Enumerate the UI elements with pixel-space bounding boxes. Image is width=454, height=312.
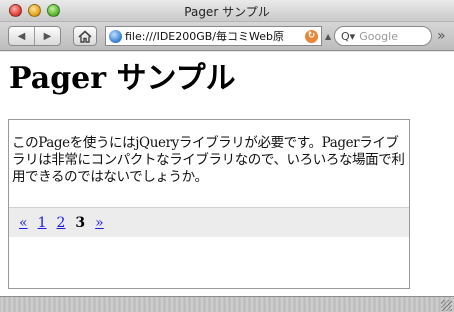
pager-page-link[interactable]: 1 [38,215,47,231]
browser-toolbar: ◀ ▶ file:///IDE200GB/毎コミWeb原 ↻ ▲ Q▾ » [0,22,454,51]
url-history-caret-icon[interactable]: ▲ [325,32,331,41]
reload-icon[interactable]: ↻ [305,29,318,43]
resize-grip-icon[interactable] [441,300,452,311]
status-bar [0,296,454,312]
page-title: Pager サンプル [9,61,236,96]
pager-next-link[interactable]: » [95,215,104,231]
back-arrow-icon: ◀ [17,30,26,42]
pager-current-page: 3 [75,214,86,231]
pager-prev-link[interactable]: « [19,215,28,231]
search-box[interactable]: Q▾ [334,26,432,46]
forward-arrow-icon: ▶ [43,30,52,42]
pager-page-link[interactable]: 2 [57,215,66,231]
title-bar: Pager サンプル [0,0,454,22]
back-forward-control: ◀ ▶ [8,26,61,46]
home-button[interactable] [73,26,97,46]
forward-button[interactable]: ▶ [34,27,60,45]
back-button[interactable]: ◀ [9,27,34,45]
site-globe-icon [109,29,122,43]
pager-content-text: このPageを使うにはjQueryライブラリが必要です。Pagerライブラリは非… [12,135,405,185]
pager-navigation: « 1 2 3 » [9,207,409,237]
search-input[interactable] [359,29,422,43]
search-icon[interactable]: Q▾ [341,30,355,43]
toolbar-overflow-icon[interactable]: » [437,28,446,44]
url-text[interactable]: file:///IDE200GB/毎コミWeb原 [125,28,305,44]
address-bar[interactable]: file:///IDE200GB/毎コミWeb原 ↻ [105,26,322,46]
home-icon [78,29,92,43]
page-viewport: Pager サンプル このPageを使うにはjQueryライブラリが必要です。P… [0,52,454,296]
pager-container: このPageを使うにはjQueryライブラリが必要です。Pagerライブラリは非… [8,119,410,289]
window-title: Pager サンプル [184,5,270,19]
